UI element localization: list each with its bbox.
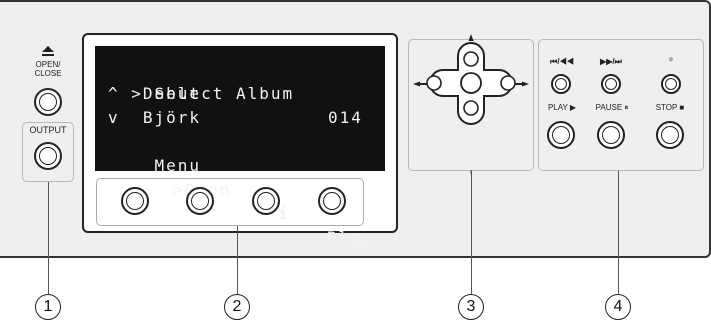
prev-rewind-label: ⏮/◀◀ <box>550 57 574 66</box>
stop-label: STOP ■ <box>655 103 685 112</box>
forward-next-button[interactable] <box>601 74 621 94</box>
play-button[interactable] <box>547 121 575 149</box>
open-close-label: OPEN/ CLOSE <box>26 60 70 78</box>
nav-left-button[interactable] <box>426 75 442 91</box>
callout-1-line <box>48 182 49 294</box>
lcd-softkey-menu: Menu <box>154 156 202 175</box>
callout-2-line <box>237 226 238 294</box>
prev-rewind-button[interactable] <box>551 74 571 94</box>
open-close-label-line1: OPEN/ <box>35 60 61 69</box>
pause-label: PAUSE ⏸ <box>595 103 629 112</box>
nav-center-button[interactable] <box>460 72 482 94</box>
output-button[interactable] <box>34 142 62 170</box>
lcd-softkey-play: ✔Play <box>315 228 374 247</box>
nav-up-button[interactable] <box>463 51 479 67</box>
forward-next-label: ▶▶/⏭ <box>600 57 622 66</box>
stop-button[interactable] <box>656 121 684 149</box>
nav-up-arrow-icon <box>468 34 474 41</box>
softkey-3-button[interactable] <box>252 187 280 215</box>
output-label: OUTPUT <box>29 125 67 135</box>
softkey-4-button[interactable] <box>318 187 346 215</box>
pause-button[interactable] <box>597 121 625 149</box>
callout-2: 2 <box>224 294 250 320</box>
record-indicator-icon: ● <box>667 54 675 65</box>
callout-4-line <box>618 171 619 294</box>
record-button[interactable] <box>661 74 681 94</box>
callout-3: 3 <box>458 294 484 320</box>
play-label: PLAY ▶ <box>547 103 577 112</box>
nav-right-arrow-icon <box>522 81 529 87</box>
eject-icon <box>42 44 54 56</box>
open-close-label-line2: CLOSE <box>34 69 62 78</box>
callout-1: 1 <box>35 294 61 320</box>
lcd-row-3: v Björk <box>108 108 202 127</box>
callout-3-line <box>471 171 472 294</box>
softkey-2-button[interactable] <box>186 187 214 215</box>
nav-right-button[interactable] <box>500 75 516 91</box>
lcd-row-4: Menu >Open i ✔Play <box>108 130 385 247</box>
nav-down-button[interactable] <box>463 100 479 116</box>
softkey-1-button[interactable] <box>121 187 149 215</box>
lcd-row-1: Select Album 014 <box>108 58 385 127</box>
lcd-row-2: ^ >Debut <box>108 84 202 103</box>
navigation-pad <box>413 34 529 174</box>
callout-4: 4 <box>605 294 631 320</box>
nav-left-arrow-icon <box>413 81 420 87</box>
open-close-button[interactable] <box>34 88 62 116</box>
lcd-display: Select Album 014 ^ >Debut v Björk Menu >… <box>95 46 385 247</box>
